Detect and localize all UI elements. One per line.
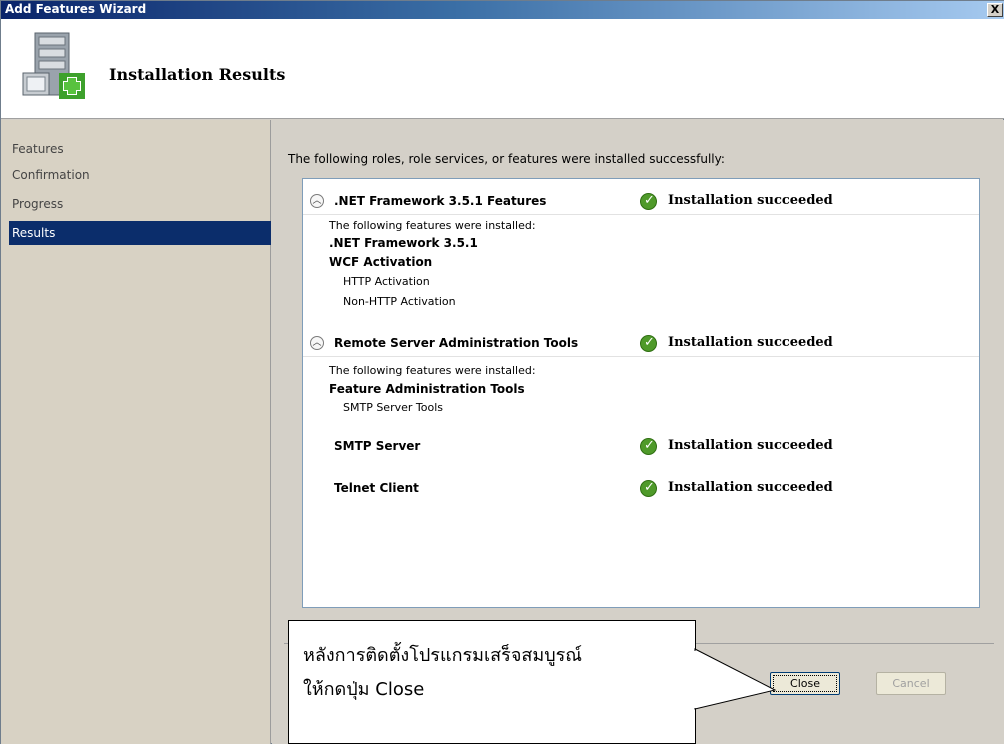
feature-row: SMTP Server Installation succeeded — [303, 434, 979, 460]
cancel-button[interactable]: Cancel — [876, 672, 946, 695]
detail-item: .NET Framework 3.5.1 — [329, 236, 478, 250]
sidebar-item-results[interactable]: Results — [9, 221, 271, 245]
sidebar-item-features[interactable]: Features — [9, 137, 271, 161]
detail-item: WCF Activation — [329, 255, 433, 269]
feature-row: ︿ Remote Server Administration Tools Ins… — [303, 331, 979, 357]
feature-name: SMTP Server — [334, 439, 421, 453]
detail-item: SMTP Server Tools — [343, 401, 443, 414]
details-heading: The following features were installed: — [329, 219, 536, 232]
status-text: Installation succeeded — [668, 335, 833, 350]
sidebar-item-progress[interactable]: Progress — [9, 192, 271, 216]
wizard-sidebar: Features Confirmation Progress Results — [1, 120, 271, 744]
detail-item: HTTP Activation — [343, 275, 430, 288]
close-button[interactable]: Close — [770, 672, 840, 695]
close-window-button[interactable]: X — [987, 3, 1003, 17]
status-text: Installation succeeded — [668, 193, 833, 208]
status-text: Installation succeeded — [668, 438, 833, 453]
callout-text: หลังการติดตั้งโปรแกรมเสร็จสมบูรณ์ ให้กดป… — [303, 639, 582, 707]
sidebar-item-confirmation[interactable]: Confirmation — [9, 163, 271, 187]
results-panel[interactable]: ︿ .NET Framework 3.5.1 Features Installa… — [302, 178, 980, 608]
feature-name: .NET Framework 3.5.1 Features — [334, 194, 547, 208]
annotation-callout: หลังการติดตั้งโปรแกรมเสร็จสมบูรณ์ ให้กดป… — [288, 620, 696, 744]
detail-item: Feature Administration Tools — [329, 382, 525, 396]
callout-line-2: ให้กดปุ่ม Close — [303, 679, 425, 700]
collapse-chevron-icon[interactable]: ︿ — [310, 194, 324, 208]
feature-row: ︿ .NET Framework 3.5.1 Features Installa… — [303, 189, 979, 215]
collapse-chevron-icon[interactable]: ︿ — [310, 336, 324, 350]
wizard-header: Installation Results — [1, 19, 1004, 119]
feature-row: Telnet Client Installation succeeded — [303, 476, 979, 502]
intro-text: The following roles, role services, or f… — [288, 152, 725, 166]
success-check-icon — [640, 193, 657, 210]
details-heading: The following features were installed: — [329, 364, 536, 377]
success-check-icon — [640, 335, 657, 352]
callout-line-1: หลังการติดตั้งโปรแกรมเสร็จสมบูรณ์ — [303, 645, 583, 666]
page-title: Installation Results — [109, 65, 286, 84]
window-title: Add Features Wizard — [5, 2, 147, 16]
success-check-icon — [640, 480, 657, 497]
feature-name: Remote Server Administration Tools — [334, 336, 579, 350]
feature-name: Telnet Client — [334, 481, 419, 495]
detail-item: Non-HTTP Activation — [343, 295, 456, 308]
success-check-icon — [640, 438, 657, 455]
server-add-icon — [22, 32, 85, 99]
title-bar[interactable]: Add Features Wizard X — [1, 1, 1004, 19]
wizard-window: Add Features Wizard X Installation Resul… — [0, 0, 1004, 744]
status-text: Installation succeeded — [668, 480, 833, 495]
